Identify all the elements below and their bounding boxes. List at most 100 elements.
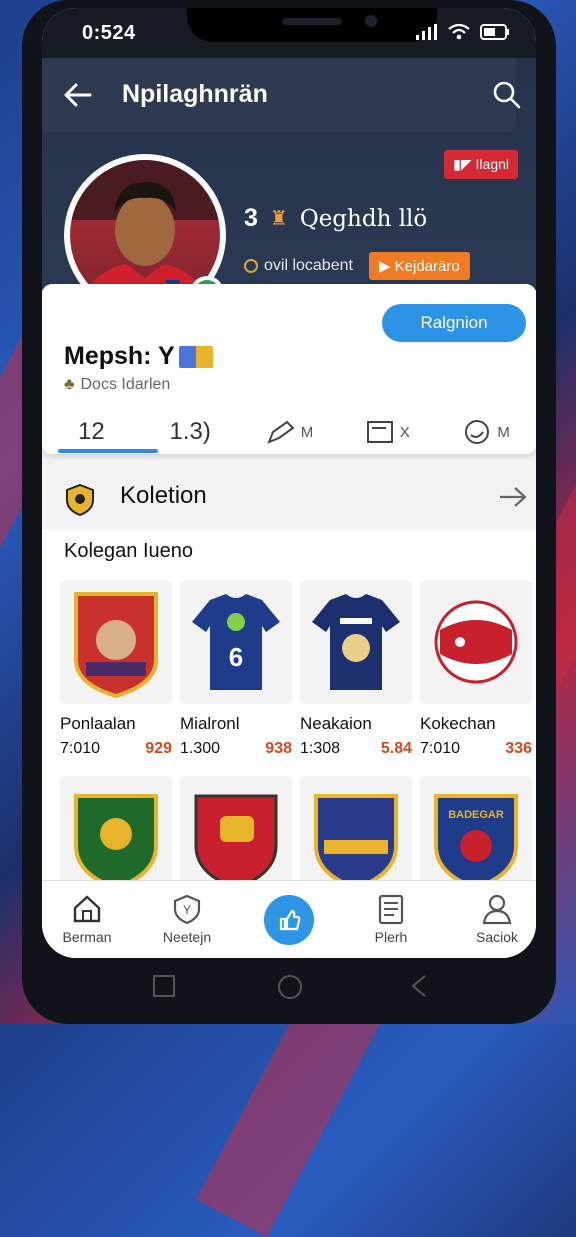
item-price: 7:010: [60, 740, 101, 757]
flag-badge-icon: [178, 345, 213, 368]
profile-card: Ralgnion Mepsh: Y ♣ Docs Idarlen 12 1.3)…: [42, 284, 536, 454]
orange-button-label: Kejdarāro: [394, 258, 460, 275]
wifi-icon: [448, 24, 470, 40]
item-price: 1.300: [180, 740, 221, 757]
smile-icon: [465, 420, 490, 444]
item-price-row: 1.300 938: [180, 740, 292, 758]
item-thumb: [300, 580, 412, 704]
item-name: Kokechan: [420, 714, 496, 733]
item-name: Mialronl: [180, 714, 240, 733]
item-name: Ponlaalan: [60, 714, 136, 733]
item-price: 1:308: [300, 740, 341, 757]
play-icon: ▶: [378, 258, 395, 275]
arrow-right-icon[interactable]: [498, 486, 528, 508]
recents-icon[interactable]: [152, 974, 176, 998]
badge-image: [74, 592, 158, 699]
app-bar: Npilaghnrän: [42, 58, 521, 132]
location-text: ovil locabent: [264, 257, 353, 274]
document-icon: [378, 894, 404, 925]
signal-icon: [416, 24, 437, 40]
section-header[interactable]: Koletion: [42, 460, 536, 530]
user-subtitle: ♣ Docs Idarlen: [64, 376, 170, 394]
shield-outline-icon: Y: [173, 894, 201, 925]
collection-item[interactable]: Ponlaalan 7:010 929: [60, 580, 172, 758]
nav-shield[interactable]: Y Neetejn: [142, 893, 232, 945]
phone-frame: 0:524 Npilaghnrän ▮◤ Ilagnl 3 ♜ Qeghdh l…: [22, 0, 556, 1024]
jersey-image: [312, 594, 400, 690]
username-text: Mepsh: Y: [64, 342, 175, 370]
tab-suffix: X: [399, 423, 410, 441]
item-price-row: 7:010 929: [60, 740, 172, 758]
team-icon: ♣: [64, 376, 75, 393]
item-thumb: [420, 580, 532, 704]
section-title: Koletion: [120, 482, 207, 509]
tab-1[interactable]: 12: [42, 410, 141, 454]
nav-label: Saciok: [475, 929, 519, 945]
user-icon: [482, 894, 512, 925]
location: ovil locabent: [244, 257, 353, 275]
tab-2[interactable]: 1.3): [141, 410, 240, 454]
screen-icon: [366, 421, 393, 443]
arrow-left-icon[interactable]: [62, 80, 94, 110]
orange-button[interactable]: ▶ Kejdarāro: [368, 252, 470, 280]
tab-suffix: M: [300, 423, 314, 441]
app-title: Npilaghnrän: [122, 80, 268, 108]
nav-label: Neetejn: [162, 929, 212, 945]
battery-icon: [480, 24, 509, 40]
status-time: 0:524: [82, 22, 136, 44]
home-circle-icon[interactable]: [277, 974, 303, 1000]
live-badge-label: Ilagnl: [475, 156, 509, 172]
item-name: Neakaion: [300, 714, 372, 733]
live-badge[interactable]: ▮◤ Ilagnl: [444, 150, 518, 179]
profile-header: Npilaghnrän ▮◤ Ilagnl ✓ 3 ♜: [42, 58, 536, 316]
nav-home[interactable]: Berman: [42, 893, 132, 945]
camera: [365, 15, 377, 27]
system-nav-bar: [42, 960, 536, 1010]
tab-label: 1.3): [169, 418, 211, 445]
search-icon[interactable]: [492, 80, 522, 110]
item-points: 938: [265, 740, 292, 757]
nav-profile[interactable]: Saciok: [452, 893, 536, 945]
ball-image: [434, 600, 518, 684]
stat-name: Qeghdh llö: [299, 205, 428, 232]
item-points: 929: [145, 740, 172, 757]
user-subtitle-text: Docs Idarlen: [80, 376, 171, 393]
notch: [187, 8, 437, 42]
nav-document[interactable]: Plerh: [346, 893, 436, 945]
item-thumb: [60, 580, 172, 704]
tab-5[interactable]: M: [437, 410, 536, 454]
item-price-row: 7:010 336: [420, 740, 532, 758]
shield-icon: [66, 484, 94, 516]
nav-label: Berman: [62, 929, 112, 945]
stats-tabs: 12 1.3) M X M: [42, 410, 536, 454]
status-icons: [416, 24, 510, 40]
collection-item[interactable]: Neakaion 1:308 5.84: [300, 580, 412, 758]
flag-icon: ▮◤: [453, 156, 476, 172]
stat-number: 3: [244, 204, 258, 232]
crest-label: BADEGAR: [448, 809, 504, 821]
collection-content: Kolegan Iueno Ponlaalan 7:010 929 6 Mialr…: [42, 530, 536, 900]
collection-item[interactable]: Kokechan 7:010 336: [420, 580, 532, 758]
pen-icon: [266, 420, 295, 444]
item-points: 5.84: [380, 740, 412, 757]
back-triangle-icon[interactable]: [407, 974, 431, 998]
jersey-image: 6: [192, 594, 280, 690]
register-button[interactable]: Ralgnion: [382, 304, 526, 342]
collection-subtitle: Kolegan Iueno: [64, 540, 194, 562]
item-price-row: 1:308 5.84: [300, 740, 412, 758]
screen: 0:524 Npilaghnrän ▮◤ Ilagnl 3 ♜ Qeghdh l…: [42, 8, 536, 958]
center-action-button[interactable]: [264, 895, 314, 945]
stat-line: 3 ♜ Qeghdh llö: [244, 204, 427, 233]
tab-4[interactable]: X: [338, 410, 437, 454]
item-price: 7:010: [420, 740, 461, 757]
tab-3[interactable]: M: [240, 410, 339, 454]
tab-suffix: M: [497, 423, 510, 441]
tab-indicator: [58, 449, 158, 453]
item-points: 336: [505, 740, 532, 757]
collection-item[interactable]: 6 Mialronl 1.300 938: [180, 580, 292, 758]
speaker: [282, 18, 342, 25]
svg-text:Y: Y: [183, 903, 191, 917]
location-icon: [244, 259, 258, 273]
nav-label: Plerh: [374, 929, 408, 945]
home-icon: [73, 895, 101, 923]
